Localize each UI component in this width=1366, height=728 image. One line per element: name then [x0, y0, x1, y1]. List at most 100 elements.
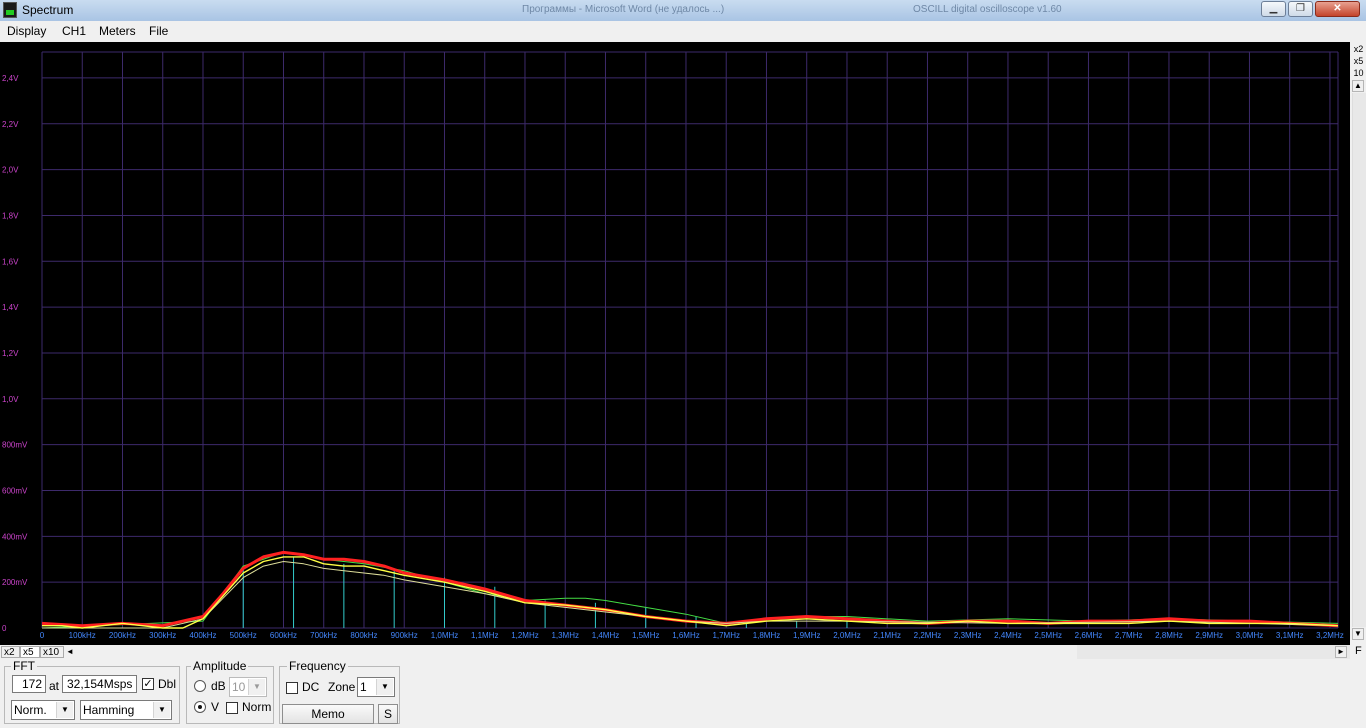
x-tick-label: 1,9MHz: [793, 631, 821, 640]
x-zoom-x10-tab[interactable]: x10: [40, 646, 64, 658]
minimize-button[interactable]: ▁: [1261, 1, 1286, 17]
x-tick-label: 1,6MHz: [672, 631, 700, 640]
fft-size-field[interactable]: 172: [12, 675, 46, 693]
chevron-down-icon: ▼: [153, 702, 170, 718]
y-tick-label: 1,0V: [2, 395, 19, 404]
volts-radio[interactable]: [194, 701, 206, 713]
spectrum-plot[interactable]: 2,4V 2,2V 2,0V 1,8V 1,6V 1,4V 1,2V 1,0V 800mV 600…: [0, 42, 1350, 645]
db-range-value: 10: [232, 680, 246, 694]
x-tick-label: 200kHz: [109, 631, 136, 640]
maximize-button[interactable]: ❐: [1288, 1, 1313, 17]
s-button[interactable]: S: [378, 704, 398, 724]
x-zoom-x5-tab[interactable]: x5: [20, 646, 40, 658]
db-label: dB: [211, 679, 226, 693]
background-window-title: Программы - Microsoft Word (не удалось .…: [522, 4, 725, 15]
scroll-up-arrow[interactable]: ▲: [1352, 80, 1364, 92]
x-tick-label: 3,0MHz: [1236, 631, 1264, 640]
x-tick-label: 400kHz: [189, 631, 216, 640]
trace-yellow: [42, 556, 1339, 629]
menu-meters[interactable]: Meters: [99, 24, 136, 38]
chevron-down-icon: ▼: [248, 679, 265, 695]
y-tick-label: 2,4V: [2, 74, 19, 83]
x-tick-label: 600kHz: [270, 631, 297, 640]
frequency-group-label: Frequency: [287, 659, 348, 673]
db-range-select[interactable]: 10 ▼: [229, 677, 267, 697]
x-tick-label: 1,3MHz: [551, 631, 579, 640]
x-tick-label: 2,1MHz: [873, 631, 901, 640]
y-tick-label: 200mV: [2, 578, 28, 587]
fft-group: FFT 172 at 32,154Msps ✓ Dbl Norm. ▼ Hamm…: [4, 659, 180, 724]
y-tick-label: 0: [2, 624, 7, 633]
menu-file[interactable]: File: [149, 24, 168, 38]
x-zoom-x2-tab[interactable]: x2: [1, 646, 20, 658]
trace-green: [41, 551, 1339, 629]
vertical-scrollbar[interactable]: [1352, 93, 1366, 627]
menu-bar: Display CH1 Meters File: [0, 21, 1366, 41]
zone-label: Zone: [328, 680, 356, 694]
tab-scroll-left-arrow[interactable]: ◄: [64, 646, 76, 658]
fft-group-label: FFT: [11, 659, 37, 673]
x-tick-label: 2,7MHz: [1115, 631, 1143, 640]
x-tick-label: 2,3MHz: [954, 631, 982, 640]
title-bar[interactable]: Spectrum Программы - Microsoft Word (не …: [0, 0, 1366, 21]
corner-f-label: F: [1355, 645, 1362, 657]
horizontal-scrollbar[interactable]: ►: [1077, 645, 1350, 659]
fft-at-label: at: [49, 679, 60, 693]
norm-checkbox[interactable]: [226, 702, 238, 714]
x-tick-label: 1,2MHz: [511, 631, 539, 640]
zone-select[interactable]: 1 ▼: [357, 677, 395, 697]
y-tick-label: 2,0V: [2, 166, 19, 175]
y-tick-label: 2,2V: [2, 120, 19, 129]
x-tick-label: 3,2MHz: [1316, 631, 1344, 640]
x-tick-label: 1,7MHz: [712, 631, 740, 640]
db-radio[interactable]: [194, 680, 206, 692]
x-tick-label: 2,0MHz: [833, 631, 861, 640]
amplitude-group-label: Amplitude: [191, 659, 249, 673]
y-tick-label: 1,6V: [2, 257, 19, 266]
app-icon: [3, 2, 17, 18]
sample-rate-field[interactable]: 32,154Msps: [62, 675, 137, 693]
scroll-down-arrow[interactable]: ▼: [1352, 628, 1364, 640]
menu-ch1[interactable]: CH1: [62, 24, 86, 38]
vertical-zoom-strip: x2 x5 10 ▲ ▼: [1351, 42, 1366, 645]
chevron-down-icon: ▼: [376, 679, 393, 695]
norm-label: Norm: [242, 700, 272, 714]
close-button[interactable]: ✕: [1315, 1, 1360, 17]
amplitude-group: Amplitude dB 10 ▼ V Norm: [186, 659, 274, 724]
x-tick-label: 2,9MHz: [1195, 631, 1223, 640]
window-title: Spectrum: [22, 3, 74, 17]
y-tick-label: 800mV: [2, 441, 28, 450]
zone-value: 1: [360, 680, 367, 694]
fft-mode-value: Norm.: [14, 703, 47, 717]
dc-checkbox[interactable]: [286, 682, 298, 694]
fft-window-select[interactable]: Hamming ▼: [80, 700, 172, 720]
memo-button[interactable]: Memo: [282, 704, 374, 724]
trace-pale-yellow: [42, 561, 1339, 629]
x-tick-label: 1,8MHz: [753, 631, 781, 640]
y-zoom-x5-button[interactable]: x5: [1352, 56, 1365, 66]
x-tick-label: 2,6MHz: [1075, 631, 1103, 640]
x-tick-label: 2,8MHz: [1155, 631, 1183, 640]
dbl-checkbox[interactable]: ✓: [142, 678, 154, 690]
x-tick-label: 300kHz: [149, 631, 176, 640]
y-tick-label: 400mV: [2, 532, 28, 541]
volts-label: V: [211, 700, 220, 714]
x-tick-label: 1,1MHz: [471, 631, 499, 640]
y-tick-label: 600mV: [2, 486, 28, 495]
x-tick-label: 1,0MHz: [431, 631, 459, 640]
x-tick-label: 900kHz: [391, 631, 418, 640]
menu-display[interactable]: Display: [7, 24, 46, 38]
chevron-down-icon: ▼: [56, 702, 73, 718]
scroll-right-arrow[interactable]: ►: [1335, 646, 1347, 658]
y-zoom-x2-button[interactable]: x2: [1352, 44, 1365, 54]
fft-mode-select[interactable]: Norm. ▼: [11, 700, 75, 720]
background-window-title: OSCILL digital oscilloscope v1.60: [913, 4, 1062, 15]
x-tick-label: 500kHz: [230, 631, 257, 640]
x-tick-label: 0: [40, 631, 45, 640]
dbl-label: Dbl: [158, 677, 177, 691]
x-tick-label: 1,5MHz: [632, 631, 660, 640]
x-tick-label: 1,4MHz: [592, 631, 620, 640]
dc-label: DC: [302, 680, 320, 694]
x-tick-label: 3,1MHz: [1276, 631, 1304, 640]
y-zoom-x10-button[interactable]: 10: [1352, 68, 1365, 78]
